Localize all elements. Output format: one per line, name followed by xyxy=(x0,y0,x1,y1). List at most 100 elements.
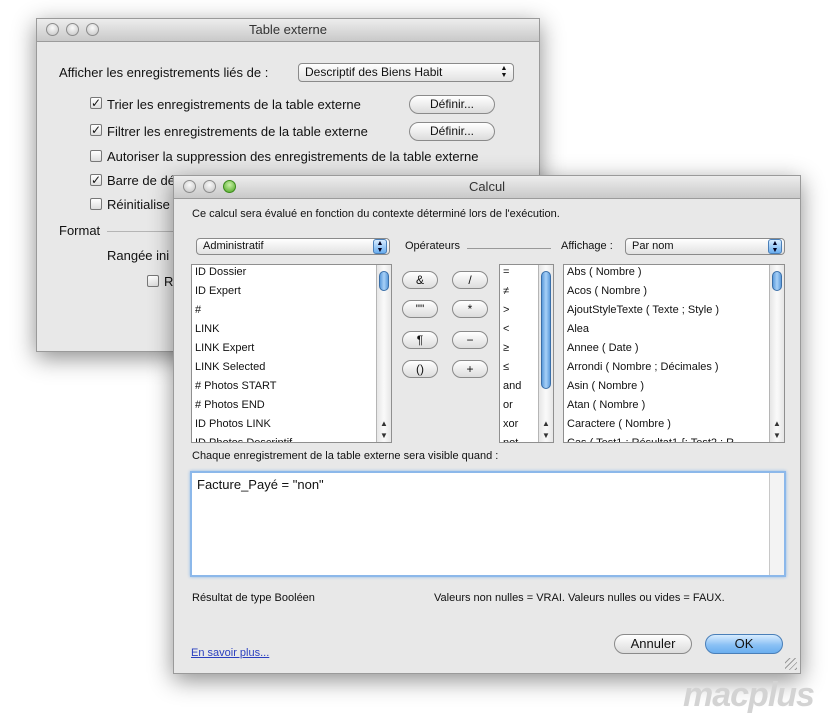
fields-list[interactable]: ID Dossier ID Expert # LINK LINK Expert … xyxy=(191,264,392,443)
parentheses-operator-button[interactable]: () xyxy=(402,360,438,378)
calcul-dialog: Calcul Ce calcul sera évalué en fonction… xyxy=(173,175,801,674)
scroll-up-icon[interactable]: ▲ xyxy=(770,419,784,428)
scrollbar-label: Barre de dé xyxy=(107,173,175,188)
quotes-operator-button[interactable]: "" xyxy=(402,300,438,318)
operators-scrollbar[interactable]: ▲ ▼ xyxy=(538,265,553,442)
functions-list[interactable]: Abs ( Nombre ) Acos ( Nombre ) AjoutStyl… xyxy=(563,264,785,443)
comparison-operators-list[interactable]: = ≠ > < ≥ ≤ and or xor not ▲ ▼ xyxy=(499,264,554,443)
scroll-up-icon[interactable]: ▲ xyxy=(377,419,391,428)
scroll-down-icon[interactable]: ▼ xyxy=(377,431,391,440)
function-item[interactable]: Annee ( Date ) xyxy=(567,339,639,358)
learn-more-link[interactable]: En savoir plus... xyxy=(191,647,269,659)
function-item[interactable]: Acos ( Nombre ) xyxy=(567,282,647,301)
scroll-thumb[interactable] xyxy=(772,271,782,291)
ampersand-operator-button[interactable]: & xyxy=(402,271,438,289)
display-label: Affichage : xyxy=(561,240,613,252)
function-item[interactable]: Arrondi ( Nombre ; Décimales ) xyxy=(567,358,719,377)
scroll-down-icon[interactable]: ▼ xyxy=(539,431,553,440)
condition-label: Chaque enregistrement de la table extern… xyxy=(192,450,499,462)
function-item[interactable]: Alea xyxy=(567,320,589,339)
pilcrow-operator-button[interactable]: ¶ xyxy=(402,331,438,349)
function-item[interactable]: AjoutStyleTexte ( Texte ; Style ) xyxy=(567,301,719,320)
ok-button[interactable]: OK xyxy=(705,634,783,654)
table-select-value: Administratif xyxy=(203,240,264,252)
sort-checkbox[interactable]: ✓ xyxy=(90,97,102,109)
initial-row-label: Rangée ini xyxy=(107,248,170,263)
allow-delete-checkbox[interactable] xyxy=(90,150,102,162)
define-filter-button[interactable]: Définir... xyxy=(409,122,495,141)
format-label: Format xyxy=(59,223,101,238)
define-sort-button[interactable]: Définir... xyxy=(409,95,495,114)
field-item[interactable]: ID Photos LINK xyxy=(195,415,271,434)
updown-arrows-icon: ▲ ▼ xyxy=(768,239,782,254)
function-item[interactable]: Cas ( Test1 ; Résultat1 {; Test2 ; R xyxy=(567,434,734,442)
scrollbar-checkbox[interactable]: ✓ xyxy=(90,174,102,186)
values-note: Valeurs non nulles = VRAI. Valeurs nulle… xyxy=(434,592,725,604)
operators-divider xyxy=(467,248,551,249)
function-item[interactable]: Caractere ( Nombre ) xyxy=(567,415,671,434)
plus-operator-button[interactable]: + xyxy=(452,360,488,378)
minus-operator-button[interactable]: − xyxy=(452,331,488,349)
filter-checkbox[interactable]: ✓ xyxy=(90,124,102,136)
divide-operator-button[interactable]: / xyxy=(452,271,488,289)
check-icon: ✓ xyxy=(91,173,102,187)
allow-delete-label: Autoriser la suppression des enregistrem… xyxy=(107,149,479,164)
field-item[interactable]: LINK Selected xyxy=(195,358,265,377)
scroll-thumb[interactable] xyxy=(541,271,551,389)
check-icon: ✓ xyxy=(91,123,102,137)
display-select[interactable]: Par nom ▲ ▼ xyxy=(625,238,785,255)
operator-item[interactable]: and xyxy=(503,377,521,396)
scroll-thumb[interactable] xyxy=(379,271,389,291)
operator-item[interactable]: ≤ xyxy=(503,358,509,377)
watermark-logo: macplus xyxy=(683,676,815,714)
function-item[interactable]: Atan ( Nombre ) xyxy=(567,396,645,415)
operator-item[interactable]: or xyxy=(503,396,513,415)
partial-label: R xyxy=(164,274,174,289)
multiply-operator-button[interactable]: * xyxy=(452,300,488,318)
operator-item[interactable]: xor xyxy=(503,415,518,434)
display-select-value: Par nom xyxy=(632,240,674,252)
operator-item[interactable]: > xyxy=(503,301,509,320)
field-item[interactable]: ID Expert xyxy=(195,282,241,301)
field-item[interactable]: LINK Expert xyxy=(195,339,254,358)
operators-label: Opérateurs xyxy=(405,240,461,252)
operator-item[interactable]: ≥ xyxy=(503,339,509,358)
check-icon: ✓ xyxy=(91,96,102,110)
title-bar: Table externe xyxy=(37,19,539,42)
reset-checkbox[interactable] xyxy=(90,198,102,210)
window-title: Table externe xyxy=(248,22,328,37)
fields-scrollbar[interactable]: ▲ ▼ xyxy=(376,265,391,442)
operator-item[interactable]: < xyxy=(503,320,509,339)
related-table-value: Descriptif des Biens Habit xyxy=(305,65,443,79)
field-item[interactable]: LINK xyxy=(195,320,219,339)
operator-item[interactable]: = xyxy=(503,265,509,282)
formula-text: Facture_Payé = "non" xyxy=(197,477,324,492)
field-item[interactable]: ID Photos Descriptif xyxy=(195,434,292,442)
scroll-down-icon[interactable]: ▼ xyxy=(770,431,784,440)
formula-scrollbar[interactable] xyxy=(769,473,784,575)
operator-item[interactable]: ≠ xyxy=(503,282,509,301)
cancel-button[interactable]: Annuler xyxy=(614,634,692,654)
related-table-select[interactable]: Descriptif des Biens Habit ▲ ▼ xyxy=(298,63,514,82)
table-select[interactable]: Administratif ▲ ▼ xyxy=(196,238,390,255)
function-item[interactable]: Abs ( Nombre ) xyxy=(567,265,642,282)
show-records-label: Afficher les enregistrements liés de : xyxy=(59,65,269,80)
resize-grip-icon[interactable] xyxy=(785,658,797,670)
partial-checkbox[interactable] xyxy=(147,275,159,287)
operator-item[interactable]: not xyxy=(503,434,518,442)
title-bar: Calcul xyxy=(174,176,800,199)
field-item[interactable]: # Photos END xyxy=(195,396,265,415)
field-item[interactable]: ID Dossier xyxy=(195,265,246,282)
dialog-title: Calcul xyxy=(468,179,506,194)
reset-label: Réinitialise xyxy=(107,197,170,212)
function-item[interactable]: Asin ( Nombre ) xyxy=(567,377,644,396)
functions-scrollbar[interactable]: ▲ ▼ xyxy=(769,265,784,442)
field-item[interactable]: # Photos START xyxy=(195,377,277,396)
sort-label: Trier les enregistrements de la table ex… xyxy=(107,97,361,112)
context-intro: Ce calcul sera évalué en fonction du con… xyxy=(192,208,560,220)
updown-arrows-icon: ▲ ▼ xyxy=(373,239,387,254)
field-item[interactable]: # xyxy=(195,301,201,320)
scroll-up-icon[interactable]: ▲ xyxy=(539,419,553,428)
formula-editor[interactable]: Facture_Payé = "non" xyxy=(190,471,786,577)
updown-arrows-icon: ▲ ▼ xyxy=(500,65,508,79)
